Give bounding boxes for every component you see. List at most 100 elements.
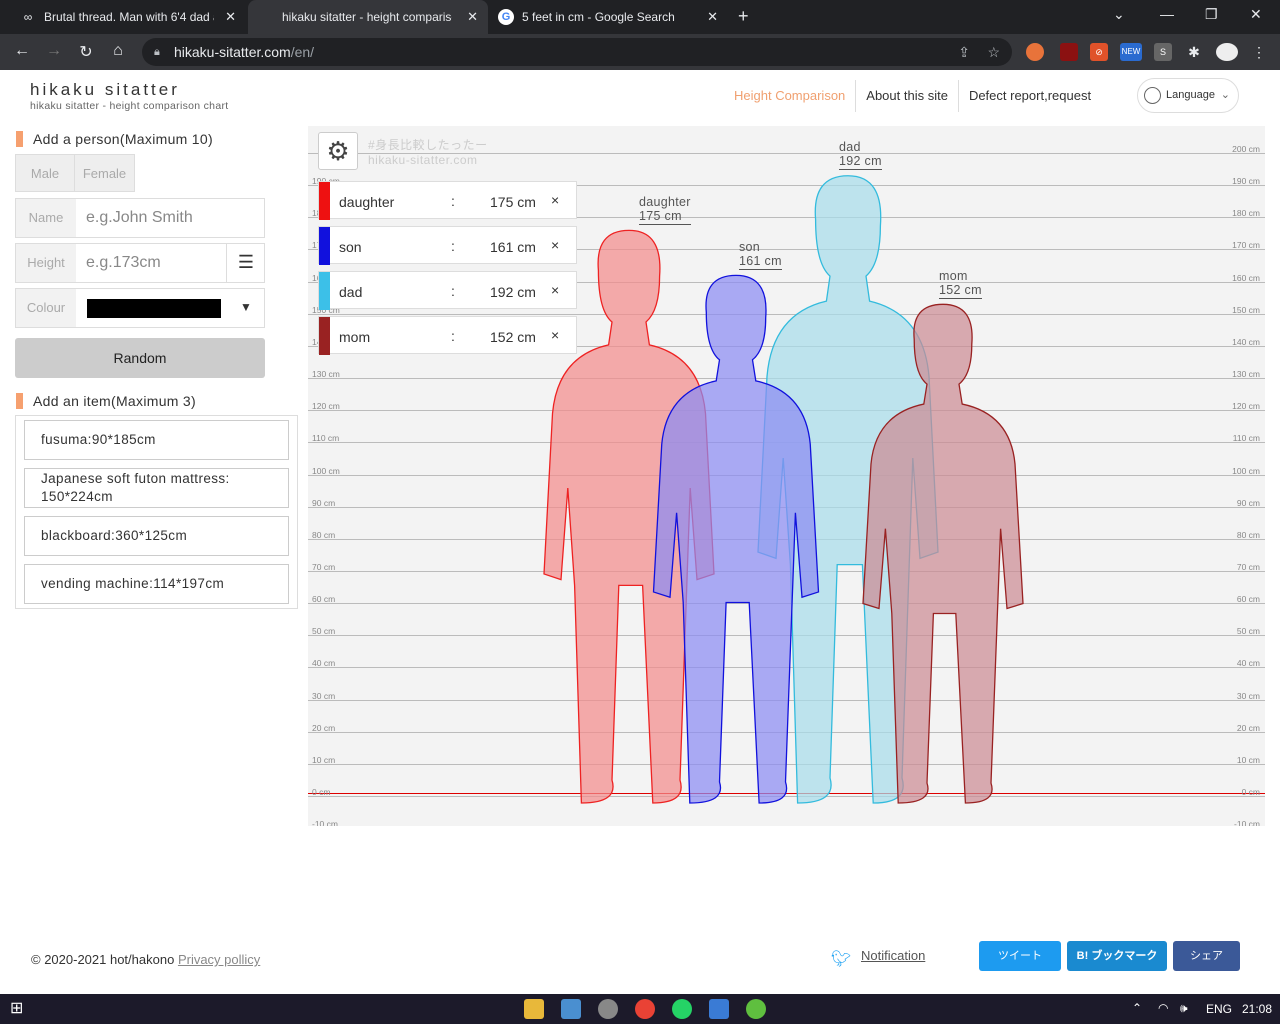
app-icon[interactable] bbox=[561, 999, 581, 1019]
extensions-puzzle-icon[interactable]: ✱ bbox=[1185, 43, 1203, 61]
back-icon[interactable]: ← bbox=[12, 42, 32, 60]
clock[interactable]: 21:08 bbox=[1242, 1002, 1272, 1016]
remove-person-icon[interactable]: × bbox=[551, 192, 559, 208]
share-icon[interactable]: ⇪ bbox=[958, 38, 970, 66]
height-field[interactable]: Height e.g.173cm ☰ bbox=[15, 243, 265, 283]
forward-icon[interactable]: → bbox=[44, 42, 64, 60]
item-blackboard[interactable]: blackboard:360*125cm bbox=[24, 516, 289, 556]
s-extension-icon[interactable]: S bbox=[1154, 43, 1172, 61]
privacy-link[interactable]: Privacy pollicy bbox=[178, 952, 260, 967]
utorrent-icon[interactable] bbox=[746, 999, 766, 1019]
close-window-button[interactable]: ✕ bbox=[1250, 6, 1262, 23]
chrome-icon[interactable] bbox=[635, 999, 655, 1019]
globe-icon bbox=[1144, 87, 1161, 104]
dropdown-arrow-icon[interactable]: ▼ bbox=[240, 300, 252, 314]
item-fusuma[interactable]: fusuma:90*185cm bbox=[24, 420, 289, 460]
item-futon[interactable]: Japanese soft futon mattress: 150*224cm bbox=[24, 468, 289, 508]
new-tab-button[interactable]: + bbox=[738, 6, 749, 27]
colour-swatch[interactable] bbox=[87, 299, 221, 318]
name-label: Name bbox=[16, 199, 76, 237]
label-dad: dad 192 cm bbox=[839, 140, 882, 170]
bookmark-star-icon[interactable]: ☆ bbox=[987, 38, 1000, 66]
male-button[interactable]: Male bbox=[15, 154, 75, 192]
close-tab-icon[interactable]: ✕ bbox=[467, 9, 478, 25]
wifi-icon[interactable]: ◠ bbox=[1158, 1001, 1168, 1015]
random-button[interactable]: Random bbox=[15, 338, 265, 378]
female-button[interactable]: Female bbox=[74, 154, 135, 192]
site-logo[interactable]: hikaku sitatter bbox=[30, 80, 180, 100]
tweet-button[interactable]: ツイート bbox=[979, 941, 1061, 971]
whatsapp-icon[interactable] bbox=[672, 999, 692, 1019]
person-row-mom[interactable]: mom : 152 cm × bbox=[318, 316, 577, 355]
label-mom: mom 152 cm bbox=[939, 269, 982, 299]
person-height: 161 cm bbox=[490, 239, 536, 255]
person-colour-swatch bbox=[319, 317, 330, 355]
person-colour-swatch bbox=[319, 272, 330, 310]
person-row-daughter[interactable]: daughter : 175 cm × bbox=[318, 181, 577, 220]
home-icon[interactable]: ⌂ bbox=[108, 42, 128, 60]
volume-icon[interactable]: 🕪︎ bbox=[1180, 1001, 1188, 1016]
blocker-icon[interactable]: ⊘ bbox=[1090, 43, 1108, 61]
language-button[interactable]: Language ⌄ bbox=[1137, 78, 1239, 113]
nav-defect-report[interactable]: Defect report,request bbox=[957, 80, 1101, 112]
tab-hikaku-sitatter[interactable]: hikaku sitatter - height comparisc ✕ bbox=[248, 0, 488, 34]
label-daughter: daughter 175 cm bbox=[639, 195, 691, 225]
tab-title: 5 feet in cm - Google Search bbox=[522, 10, 675, 24]
label-son: son 161 cm bbox=[739, 240, 782, 270]
close-tab-icon[interactable]: ✕ bbox=[707, 9, 718, 25]
extension-1-icon[interactable] bbox=[1026, 43, 1044, 61]
reload-icon[interactable]: ↻ bbox=[76, 42, 96, 62]
browser-tab-bar: ∞ Brutal thread. Man with 6'4 dad a ✕ hi… bbox=[0, 0, 1280, 34]
hatena-bookmark-button[interactable]: B! ブックマーク bbox=[1067, 941, 1167, 971]
watermark-hashtag: #身長比較したったー bbox=[368, 138, 488, 152]
person-row-son[interactable]: son : 161 cm × bbox=[318, 226, 577, 265]
person-name: mom bbox=[339, 329, 371, 345]
file-explorer-icon[interactable] bbox=[524, 999, 544, 1019]
notification-link[interactable]: Notification bbox=[861, 948, 925, 963]
watermark-site: hikaku-sitatter.com bbox=[368, 153, 478, 167]
ublock-icon[interactable] bbox=[1060, 43, 1078, 61]
language-label: Language bbox=[1166, 89, 1215, 101]
address-bar[interactable]: 🔒︎ hikaku-sitatter.com/en/ ⇪ ☆ bbox=[142, 38, 1012, 66]
windows-start-icon[interactable]: ⊞ bbox=[10, 999, 30, 1019]
height-input[interactable]: e.g.173cm bbox=[86, 244, 161, 282]
colour-field[interactable]: Colour ▼ bbox=[15, 288, 265, 328]
person-colour-swatch bbox=[319, 227, 330, 265]
remove-person-icon[interactable]: × bbox=[551, 237, 559, 253]
twitter-icon: 🐦︎ bbox=[831, 951, 852, 968]
list-icon[interactable]: ☰ bbox=[226, 244, 265, 282]
tab-google-search[interactable]: G 5 feet in cm - Google Search ✕ bbox=[488, 0, 728, 34]
name-field[interactable]: Name e.g.John Smith bbox=[15, 198, 265, 238]
nav-about[interactable]: About this site bbox=[855, 80, 958, 112]
label-height: 175 cm bbox=[639, 209, 691, 225]
minimize-button[interactable]: — bbox=[1160, 6, 1174, 22]
tab-title: hikaku sitatter - height comparisc bbox=[282, 10, 452, 24]
gear-icon[interactable]: ⚙ bbox=[318, 132, 358, 170]
separator: : bbox=[451, 238, 455, 254]
tab-brutal-thread[interactable]: ∞ Brutal thread. Man with 6'4 dad a ✕ bbox=[10, 0, 246, 34]
nav-height-comparison[interactable]: Height Comparison bbox=[734, 80, 855, 112]
person-row-dad[interactable]: dad : 192 cm × bbox=[318, 271, 577, 310]
menu-kebab-icon[interactable]: ⋮ bbox=[1250, 43, 1268, 61]
add-person-heading: Add a person(Maximum 10) bbox=[16, 131, 213, 147]
tray-chevron-icon[interactable]: ⌃ bbox=[1132, 1001, 1142, 1015]
name-input[interactable]: e.g.John Smith bbox=[86, 199, 193, 237]
item-vending-machine[interactable]: vending machine:114*197cm bbox=[24, 564, 289, 604]
separator: : bbox=[451, 283, 455, 299]
person-name: son bbox=[339, 239, 362, 255]
person-height: 175 cm bbox=[490, 194, 536, 210]
label-name: mom bbox=[939, 269, 968, 283]
remove-person-icon[interactable]: × bbox=[551, 327, 559, 343]
language-indicator[interactable]: ENG bbox=[1206, 1002, 1232, 1016]
close-tab-icon[interactable]: ✕ bbox=[225, 9, 236, 25]
remove-person-icon[interactable]: × bbox=[551, 282, 559, 298]
label-height: 192 cm bbox=[839, 154, 882, 170]
app-icon-2[interactable] bbox=[598, 999, 618, 1019]
tab-search-icon[interactable]: ⌄ bbox=[1113, 6, 1125, 23]
restore-button[interactable]: ❐ bbox=[1205, 6, 1218, 23]
new-extension-icon[interactable]: NEW bbox=[1120, 43, 1142, 61]
facebook-share-button[interactable]: シェア bbox=[1173, 941, 1240, 971]
profile-avatar[interactable] bbox=[1216, 43, 1238, 61]
malwarebytes-icon[interactable] bbox=[709, 999, 729, 1019]
person-height: 192 cm bbox=[490, 284, 536, 300]
